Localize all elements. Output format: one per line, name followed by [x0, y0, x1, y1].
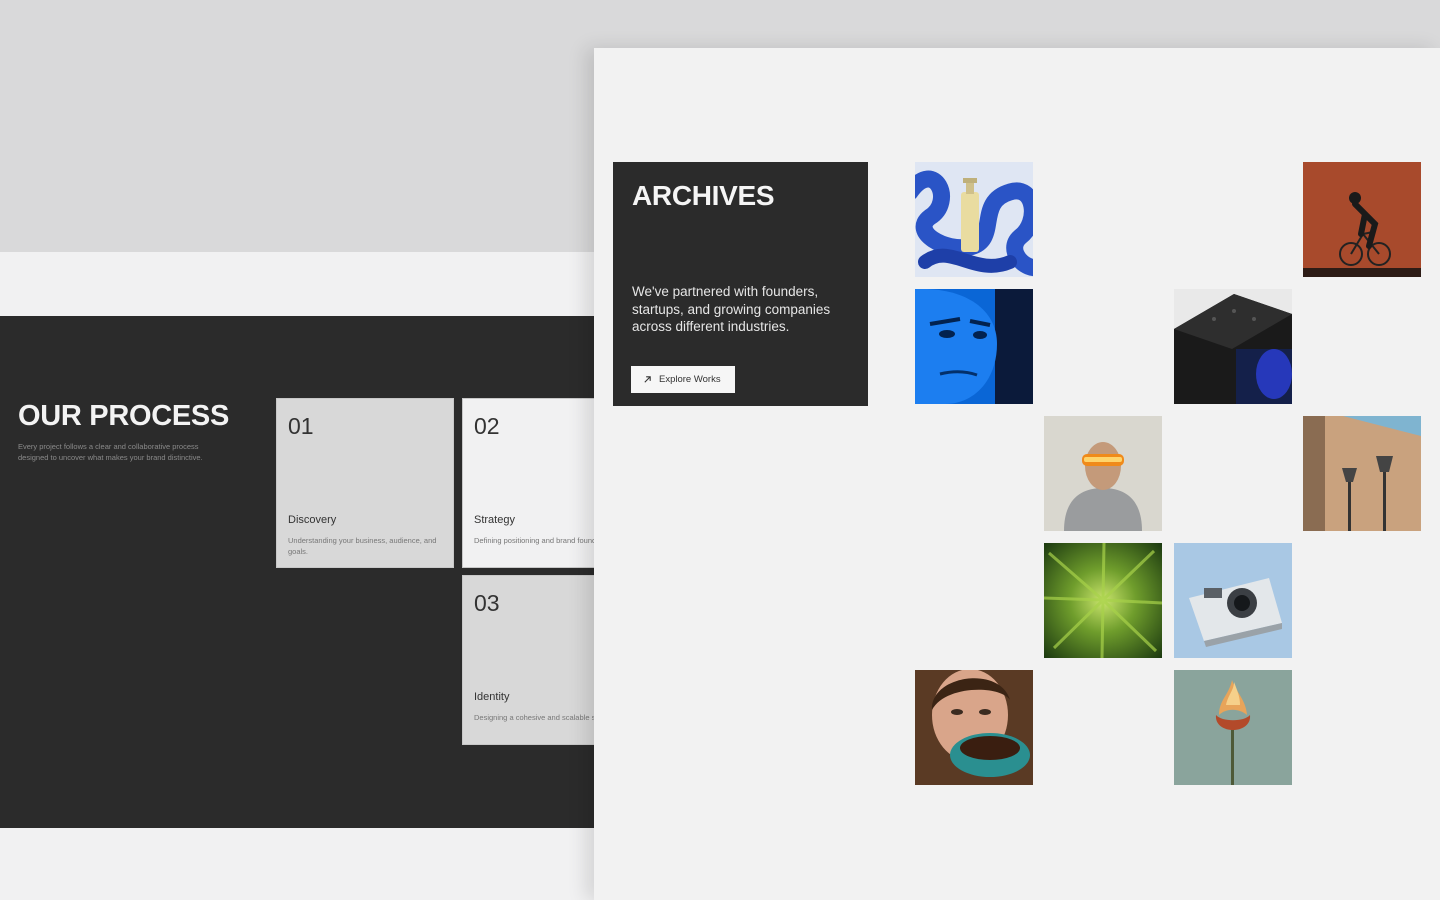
arrow-up-right-icon	[644, 376, 651, 383]
explore-works-label: Explore Works	[659, 374, 721, 385]
blue-face-portrait-image[interactable]	[915, 289, 1033, 404]
archives-page: ARCHIVES We've partnered with founders, …	[594, 48, 1440, 900]
hooded-figure-visor-image[interactable]	[1044, 416, 1162, 531]
blue-ribbon-bottle-image[interactable]	[915, 162, 1033, 277]
explore-works-button[interactable]: Explore Works	[631, 366, 735, 393]
woman-coffee-cup-image[interactable]	[915, 670, 1033, 785]
step-number: 01	[288, 413, 314, 439]
street-lamps-wall-image[interactable]	[1303, 416, 1421, 531]
step-description: Understanding your business, audience, a…	[288, 536, 437, 556]
process-description: Every project follows a clear and collab…	[18, 442, 203, 462]
step-card-discovery: 01 Discovery Understanding your business…	[276, 398, 454, 568]
step-title: Strategy	[474, 514, 515, 526]
black-device-image[interactable]	[1174, 289, 1292, 404]
step-number: 02	[474, 413, 500, 439]
archives-title: ARCHIVES	[632, 180, 775, 211]
archives-description: We've partnered with founders, startups,…	[632, 284, 831, 334]
step-title: Identity	[474, 691, 510, 703]
burning-flower-image[interactable]	[1174, 670, 1292, 785]
step-title: Discovery	[288, 514, 337, 526]
process-title: OUR PROCESS	[18, 400, 230, 432]
instant-camera-image[interactable]	[1174, 543, 1292, 658]
green-zoom-blur-image[interactable]	[1044, 543, 1162, 658]
archives-card: ARCHIVES We've partnered with founders, …	[613, 162, 868, 406]
cyclist-image[interactable]	[1303, 162, 1421, 277]
step-number: 03	[474, 590, 500, 616]
